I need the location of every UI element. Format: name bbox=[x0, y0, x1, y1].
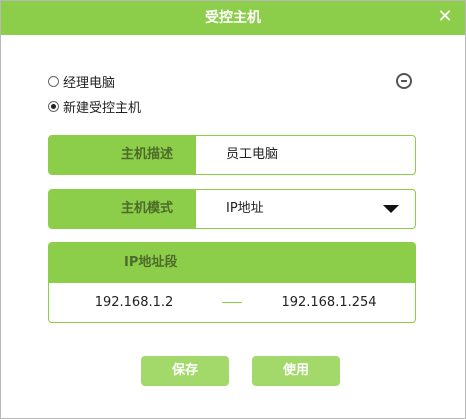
host-description-field: 主机描述 员工电脑 bbox=[48, 135, 416, 175]
host-mode-value[interactable]: IP地址 bbox=[226, 190, 264, 228]
ip-range-start-input[interactable]: 192.168.1.2 bbox=[79, 293, 189, 313]
ip-range-box: IP地址段 192.168.1.2 192.168.1.254 bbox=[48, 242, 416, 323]
dropdown-arrow-icon[interactable] bbox=[383, 205, 399, 213]
dialog-title: 受控主机 bbox=[205, 10, 261, 26]
use-button[interactable]: 使用 bbox=[252, 356, 340, 386]
radio-label: 经理电脑 bbox=[63, 75, 116, 91]
range-separator bbox=[222, 302, 242, 303]
radio-option-manager-pc[interactable]: 经理电脑 bbox=[48, 72, 116, 91]
radio-label: 新建受控主机 bbox=[63, 100, 142, 116]
dialog-titlebar: 受控主机 ✕ bbox=[1, 1, 465, 35]
radio-button[interactable] bbox=[48, 75, 59, 87]
host-description-input[interactable]: 员工电脑 bbox=[226, 136, 278, 174]
save-button[interactable]: 保存 bbox=[141, 356, 229, 386]
host-mode-label: 主机模式 bbox=[49, 190, 196, 228]
close-icon[interactable]: ✕ bbox=[435, 7, 455, 27]
ip-range-header: IP地址段 bbox=[49, 243, 415, 283]
ip-range-end-input[interactable]: 192.168.1.254 bbox=[274, 293, 384, 313]
dialog: 受控主机 ✕ 经理电脑 新建受控主机 主机描述 员工电脑 主机模式 IP地址 I… bbox=[0, 0, 466, 419]
host-mode-select[interactable]: 主机模式 IP地址 bbox=[48, 189, 416, 229]
minus-circle-icon[interactable] bbox=[396, 73, 412, 89]
host-description-label: 主机描述 bbox=[49, 136, 196, 174]
radio-option-new-host[interactable]: 新建受控主机 bbox=[48, 97, 142, 116]
ip-range-label: IP地址段 bbox=[124, 255, 178, 270]
radio-button-checked[interactable] bbox=[48, 100, 59, 112]
